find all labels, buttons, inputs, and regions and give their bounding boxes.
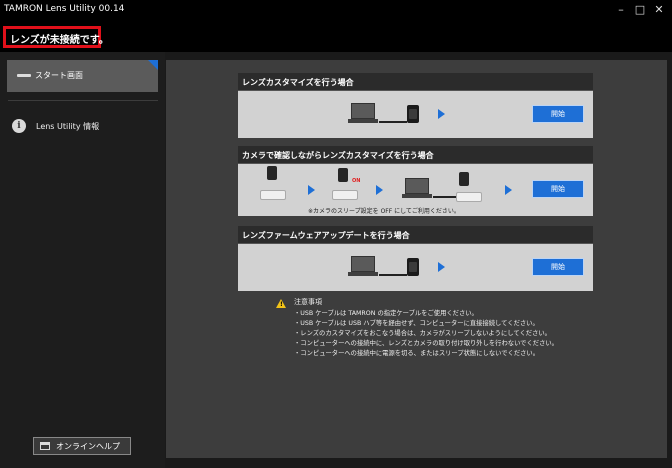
note-item: ・USB ケーブルは TAMRON の指定ケーブルをご使用ください。 [294, 310, 478, 317]
cable-icon [379, 274, 407, 276]
sidebar-item-info[interactable]: i Lens Utility 情報 [8, 116, 158, 136]
arrow-right-icon [308, 185, 315, 195]
cable-icon [379, 121, 407, 123]
laptop-icon [348, 256, 378, 276]
info-icon: i [12, 119, 26, 133]
laptop-icon [348, 103, 378, 123]
sidebar-item-start[interactable]: スタート画面 [7, 60, 158, 92]
note-item: ・コンピューターへの接続中に電源を切る、またはスリープ状態にしないでください。 [294, 350, 540, 357]
dock-icon [260, 190, 286, 200]
sidebar-divider [8, 100, 158, 101]
arrow-right-icon [376, 185, 383, 195]
sleep-setting-note: ※カメラのスリープ設定を OFF にしてご利用ください。 [308, 208, 460, 215]
laptop-icon [402, 178, 432, 198]
sidebar-item-label: スタート画面 [35, 71, 83, 80]
panel-body: 開始 [238, 91, 593, 138]
arrow-right-icon [505, 185, 512, 195]
panel-body: 開始 [238, 244, 593, 291]
panel-title: レンズファームウェアアップデートを行う場合 [242, 231, 410, 240]
window-icon [40, 442, 50, 450]
maximize-button[interactable]: □ [633, 3, 647, 17]
camera-customize-start-button[interactable]: 開始 [532, 180, 584, 198]
panel-title: カメラで確認しながらレンズカスタマイズを行う場合 [242, 151, 434, 160]
dock-icon [332, 190, 358, 200]
on-label: ON [352, 178, 361, 184]
lens-icon [407, 258, 419, 276]
online-help-label: オンラインヘルプ [56, 442, 120, 451]
warning-icon [276, 299, 286, 308]
online-help-button[interactable]: オンラインヘルプ [33, 437, 131, 455]
panel-header: レンズファームウェアアップデートを行う場合 [238, 226, 593, 244]
panel-body: ON 開始 ※カメラのスリープ設定を OFF にしてご利用ください。 [238, 164, 593, 216]
lens-icon [17, 74, 31, 77]
window-title: TAMRON Lens Utility 00.14 [4, 4, 125, 14]
panel-header: カメラで確認しながらレンズカスタマイズを行う場合 [238, 146, 593, 164]
customize-panel: レンズカスタマイズを行う場合 開始 [238, 73, 593, 138]
arrow-right-icon [438, 262, 445, 272]
firmware-panel: レンズファームウェアアップデートを行う場合 開始 [238, 226, 593, 291]
note-item: ・レンズのカスタマイズをおこなう場合は、カメラがスリープしないようにしてください… [294, 330, 551, 337]
note-item: ・USB ケーブルは USB ハブ等を経由せず、コンピューターに直接接続してくだ… [294, 320, 539, 327]
note-item: ・コンピューターへの接続中に、レンズとカメラの取り付け取り外しを行わないでくださ… [294, 340, 558, 347]
close-button[interactable]: ✕ [652, 3, 666, 17]
connection-status-banner: レンズが未接続です。 [3, 26, 109, 48]
sidebar-item-label: Lens Utility 情報 [36, 122, 100, 131]
lens-icon [267, 166, 277, 180]
active-indicator [148, 60, 158, 70]
sidebar: スタート画面 i Lens Utility 情報 オンラインヘルプ [0, 52, 165, 468]
dock-icon [456, 192, 482, 202]
panel-header: レンズカスタマイズを行う場合 [238, 73, 593, 91]
customize-start-button[interactable]: 開始 [532, 105, 584, 123]
minimize-button[interactable]: – [614, 3, 628, 17]
arrow-right-icon [438, 109, 445, 119]
title-bar: TAMRON Lens Utility 00.14 – □ ✕ [0, 0, 672, 22]
camera-icon [338, 168, 348, 182]
connection-status-text: レンズが未接続です。 [10, 35, 109, 46]
firmware-start-button[interactable]: 開始 [532, 258, 584, 276]
lens-icon [407, 105, 419, 123]
camera-icon [459, 172, 469, 186]
camera-customize-panel: カメラで確認しながらレンズカスタマイズを行う場合 ON 開始 ※カメラのスリープ… [238, 146, 593, 216]
notes-title: 注意事項 [294, 298, 322, 306]
panel-title: レンズカスタマイズを行う場合 [242, 78, 354, 87]
